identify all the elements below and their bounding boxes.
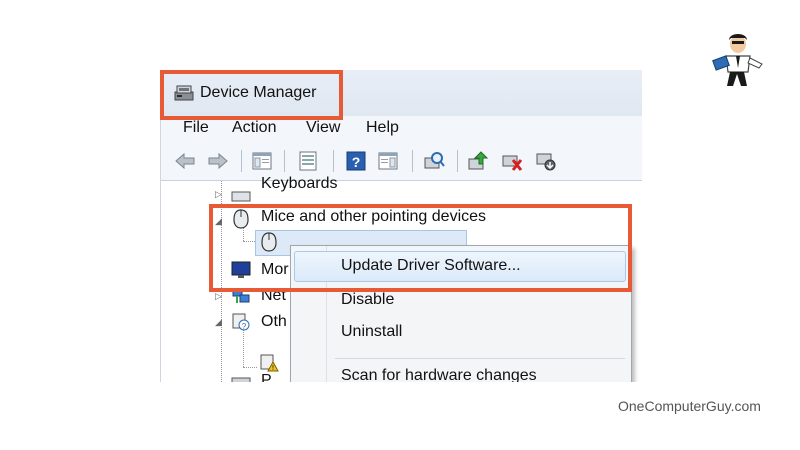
collapse-arrow-icon[interactable]: ◢	[215, 317, 222, 328]
show-hide-tree-icon[interactable]	[251, 150, 273, 172]
svg-text:?: ?	[352, 154, 361, 170]
scan-hardware-icon[interactable]	[423, 150, 445, 172]
uninstall-device-icon[interactable]	[535, 150, 557, 172]
title-highlight-box	[160, 70, 343, 120]
menu-help[interactable]: Help	[366, 119, 399, 137]
toolbar-separator	[284, 150, 285, 172]
update-driver-icon[interactable]	[467, 150, 489, 172]
tree-item-other-devices[interactable]: Oth	[261, 313, 287, 331]
action-pane-icon[interactable]	[377, 150, 399, 172]
tree-item-partial[interactable]: P	[261, 372, 272, 382]
context-menu-separator	[335, 358, 625, 359]
toolbar-separator	[412, 150, 413, 172]
watermark-text: OneComputerGuy.com	[618, 398, 761, 414]
unknown-device-icon: ?	[232, 313, 250, 331]
mice-menu-highlight-box	[209, 204, 632, 292]
toolbar-separator	[333, 150, 334, 172]
menu-item-disable[interactable]: Disable	[341, 291, 394, 309]
device-icon	[231, 377, 251, 382]
forward-icon[interactable]	[207, 150, 229, 172]
expand-arrow-icon[interactable]: ▷	[215, 291, 222, 302]
help-icon[interactable]: ?	[345, 150, 367, 172]
svg-text:?: ?	[242, 322, 247, 331]
menu-item-uninstall[interactable]: Uninstall	[341, 323, 402, 341]
back-icon[interactable]	[174, 150, 196, 172]
toolbar-separator	[241, 150, 242, 172]
expand-arrow-icon[interactable]: ▷	[215, 189, 222, 200]
menu-view[interactable]: View	[306, 119, 340, 137]
toolbar: ?	[161, 142, 642, 181]
tree-item-keyboards[interactable]: Keyboards	[261, 175, 338, 193]
menu-item-scan-hardware[interactable]: Scan for hardware changes	[341, 367, 537, 382]
disable-device-icon[interactable]	[501, 150, 523, 172]
menu-file[interactable]: File	[183, 119, 209, 137]
keyboard-icon	[231, 191, 251, 202]
warning-device-icon: !	[260, 354, 279, 372]
toolbar-separator	[457, 150, 458, 172]
tree-guide	[243, 367, 257, 368]
onecomputerguy-logo	[712, 34, 763, 86]
menu-action[interactable]: Action	[232, 119, 276, 137]
properties-icon[interactable]	[297, 150, 319, 172]
svg-text:!: !	[272, 365, 274, 372]
